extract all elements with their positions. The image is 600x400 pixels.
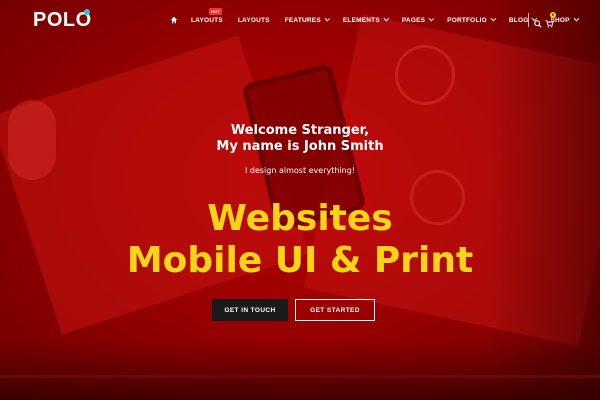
hero-tagline: I design almost everything! — [244, 166, 356, 175]
hero-welcome: Welcome Stranger, My name is John Smith — [0, 123, 600, 155]
hero-welcome-line2: My name is John Smith — [216, 139, 384, 154]
hero-welcome-line1: Welcome Stranger, — [230, 123, 370, 138]
hero-section: Welcome Stranger, My name is John Smith … — [0, 0, 600, 400]
hero-headline: Websites Mobile UI & Print — [0, 198, 600, 282]
get-in-touch-button[interactable]: GET IN TOUCH — [212, 299, 288, 321]
hero-headline-line1: Websites — [207, 198, 393, 239]
hero-headline-line2: Mobile UI & Print — [126, 240, 474, 281]
get-started-button[interactable]: GET STARTED — [295, 299, 375, 321]
